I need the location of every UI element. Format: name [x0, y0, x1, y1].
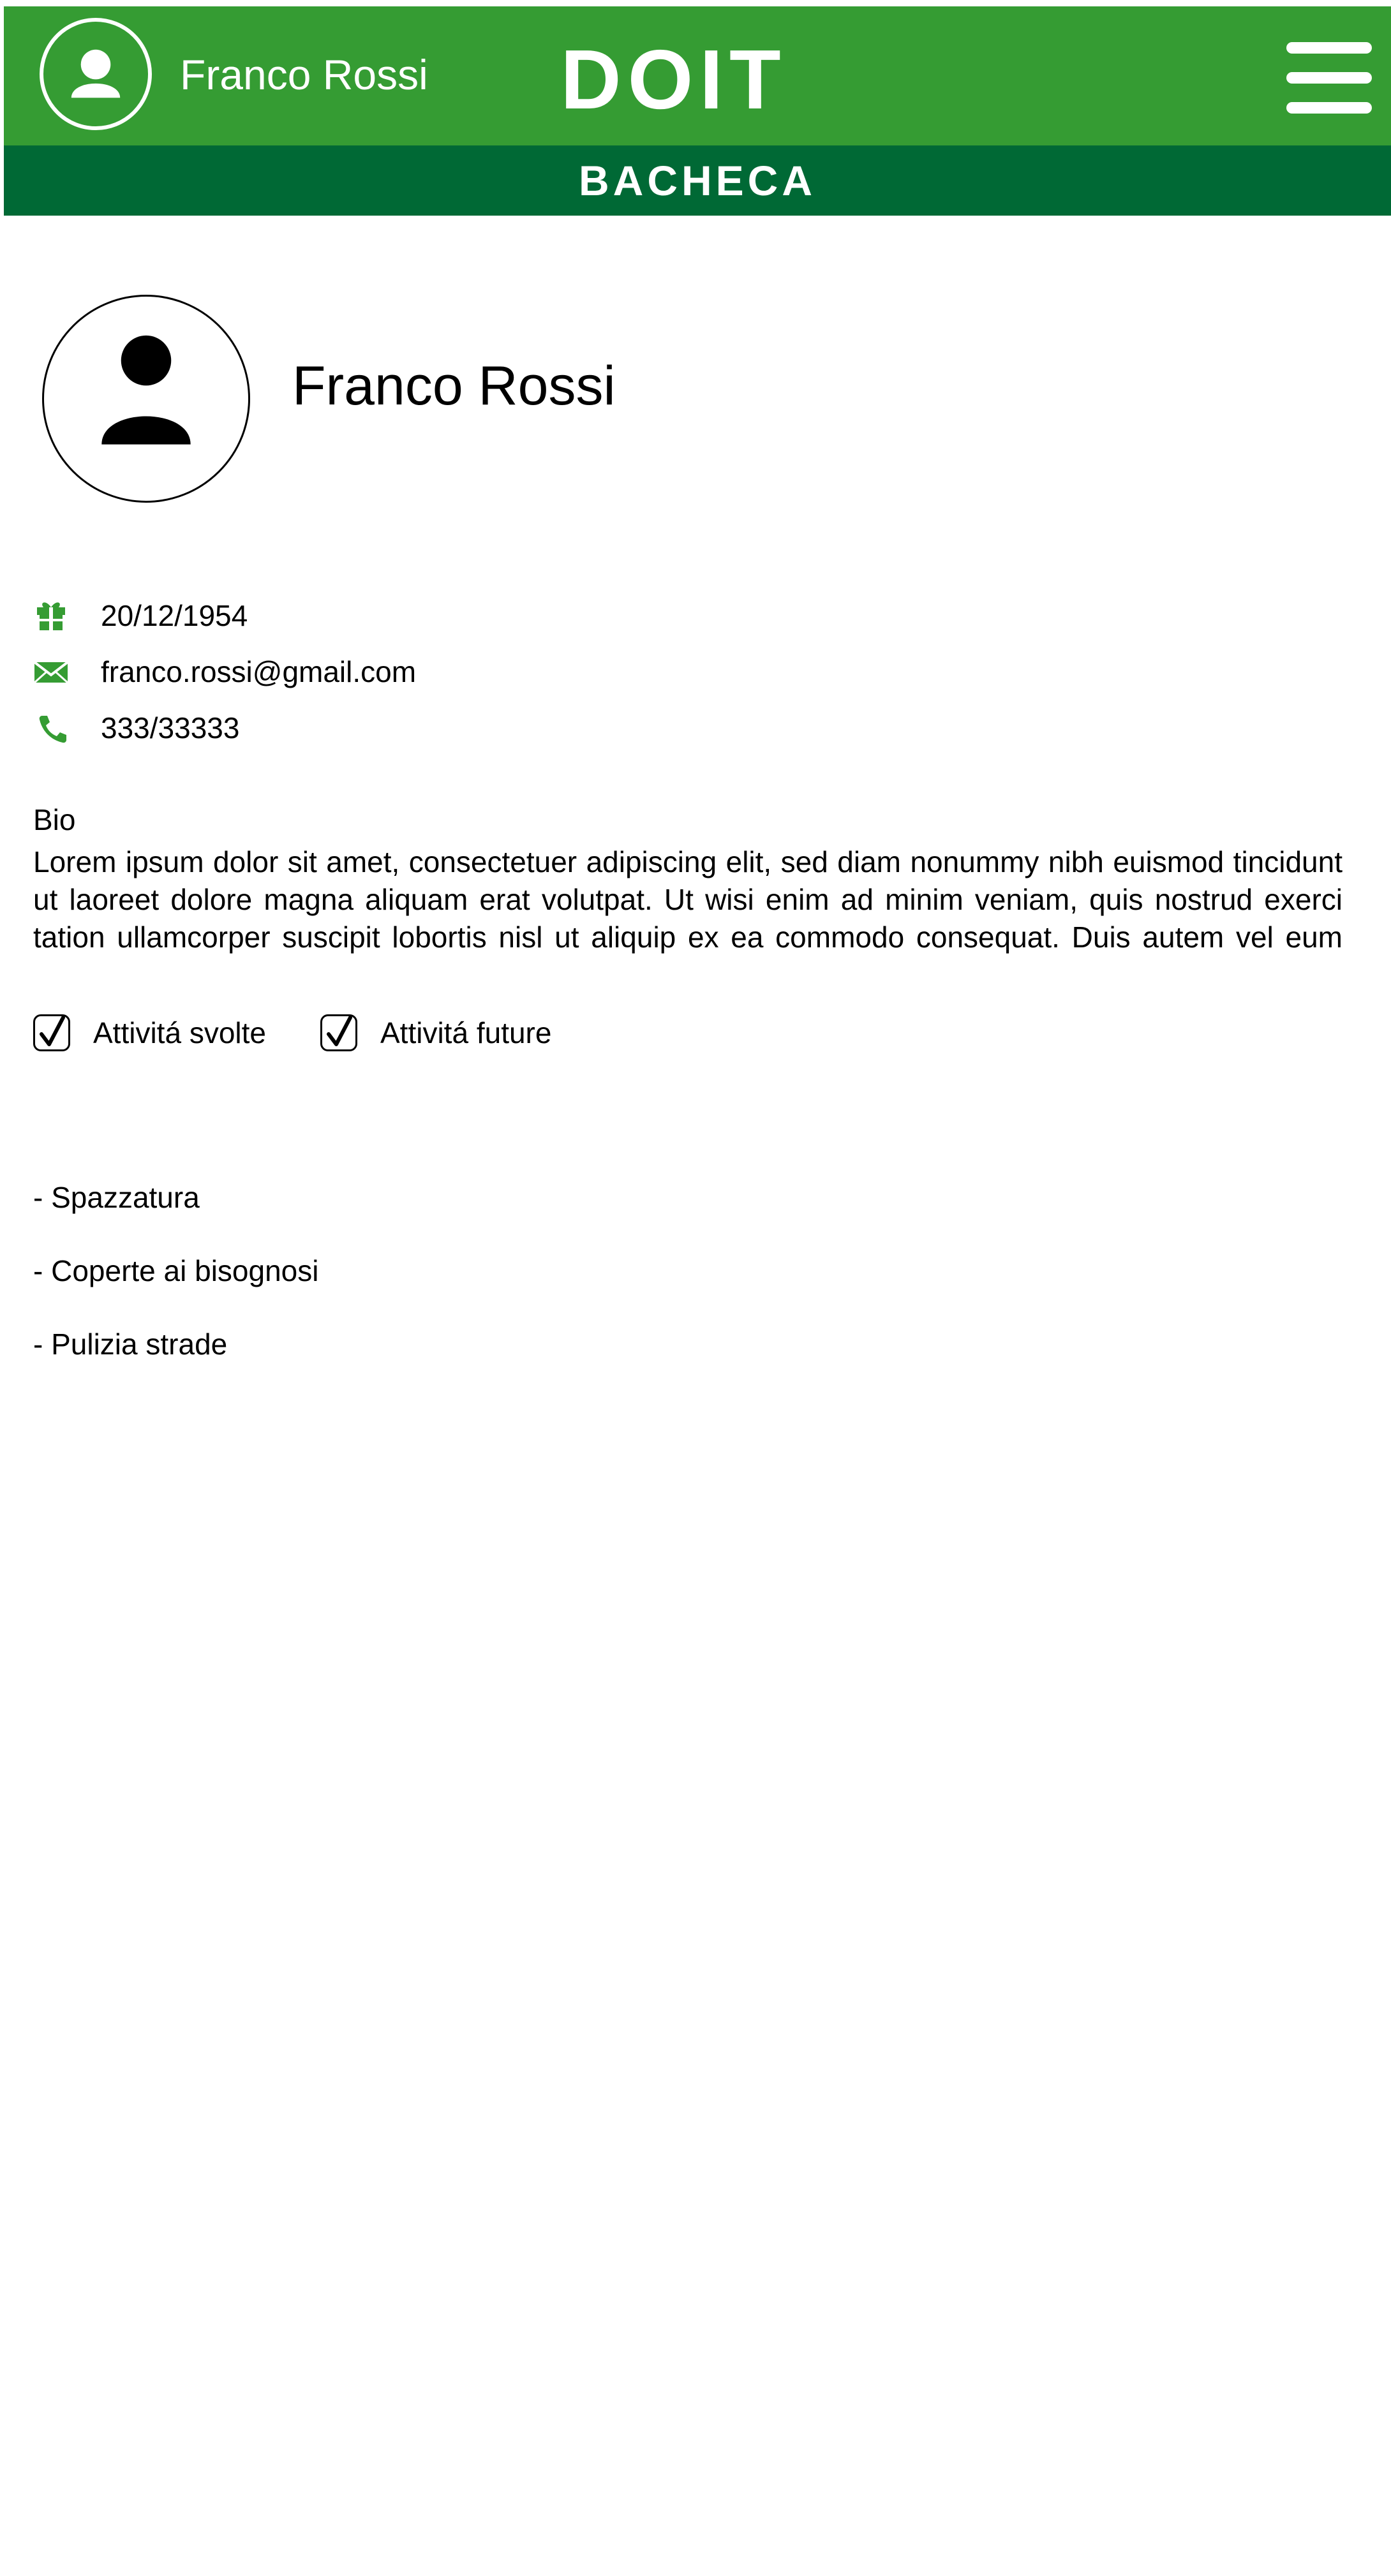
profile-page: Franco Rossi DOIT BACHECA Franco Rossi 2… [0, 0, 1391, 2576]
gift-icon [33, 600, 69, 632]
menu-line [1286, 102, 1372, 114]
activity-item[interactable]: - Spazzatura [33, 1175, 200, 1220]
phone-row: 333/33333 [33, 706, 799, 750]
filter-label: Attivitá svolte [93, 1016, 266, 1049]
filter-label: Attivitá future [380, 1016, 552, 1049]
app-header: Franco Rossi DOIT [4, 6, 1391, 145]
activity-item[interactable]: - Pulizia strade [33, 1322, 227, 1366]
mail-icon [33, 656, 69, 688]
email-text[interactable]: franco.rossi@gmail.com [101, 649, 416, 694]
user-icon [101, 335, 191, 445]
birthdate-text: 20/12/1954 [101, 599, 248, 632]
menu-line [1286, 72, 1372, 84]
profile-avatar [42, 295, 250, 503]
section-title[interactable]: BACHECA [4, 153, 1391, 208]
phone-text[interactable]: 333/33333 [101, 706, 239, 750]
filter-future-activities[interactable]: Attivitá future [320, 1010, 588, 1055]
activity-item[interactable]: - Coperte ai bisognosi [33, 1248, 318, 1293]
bio-text: Lorem ipsum dolor sit amet, consectetuer… [33, 845, 1343, 954]
bio-label: Bio [33, 803, 76, 836]
menu-line [1286, 42, 1372, 54]
filter-completed-activities[interactable]: Attivitá svolte [33, 1010, 301, 1055]
birthdate-row: 20/12/1954 [33, 593, 799, 638]
section-header: BACHECA [4, 145, 1391, 216]
profile-name: Franco Rossi [292, 355, 616, 417]
checkbox[interactable] [33, 1014, 70, 1051]
email-row: franco.rossi@gmail.com [33, 649, 799, 694]
header-username[interactable]: Franco Rossi [180, 46, 428, 103]
phone-icon [33, 712, 69, 744]
hamburger-menu-icon[interactable] [1286, 42, 1372, 114]
checkmark-icon [327, 1016, 352, 1046]
checkbox[interactable] [320, 1014, 357, 1051]
user-icon-glyph [71, 49, 121, 98]
checkmark-icon [40, 1016, 65, 1046]
user-icon[interactable] [40, 18, 152, 130]
app-logo: DOIT [560, 33, 787, 126]
